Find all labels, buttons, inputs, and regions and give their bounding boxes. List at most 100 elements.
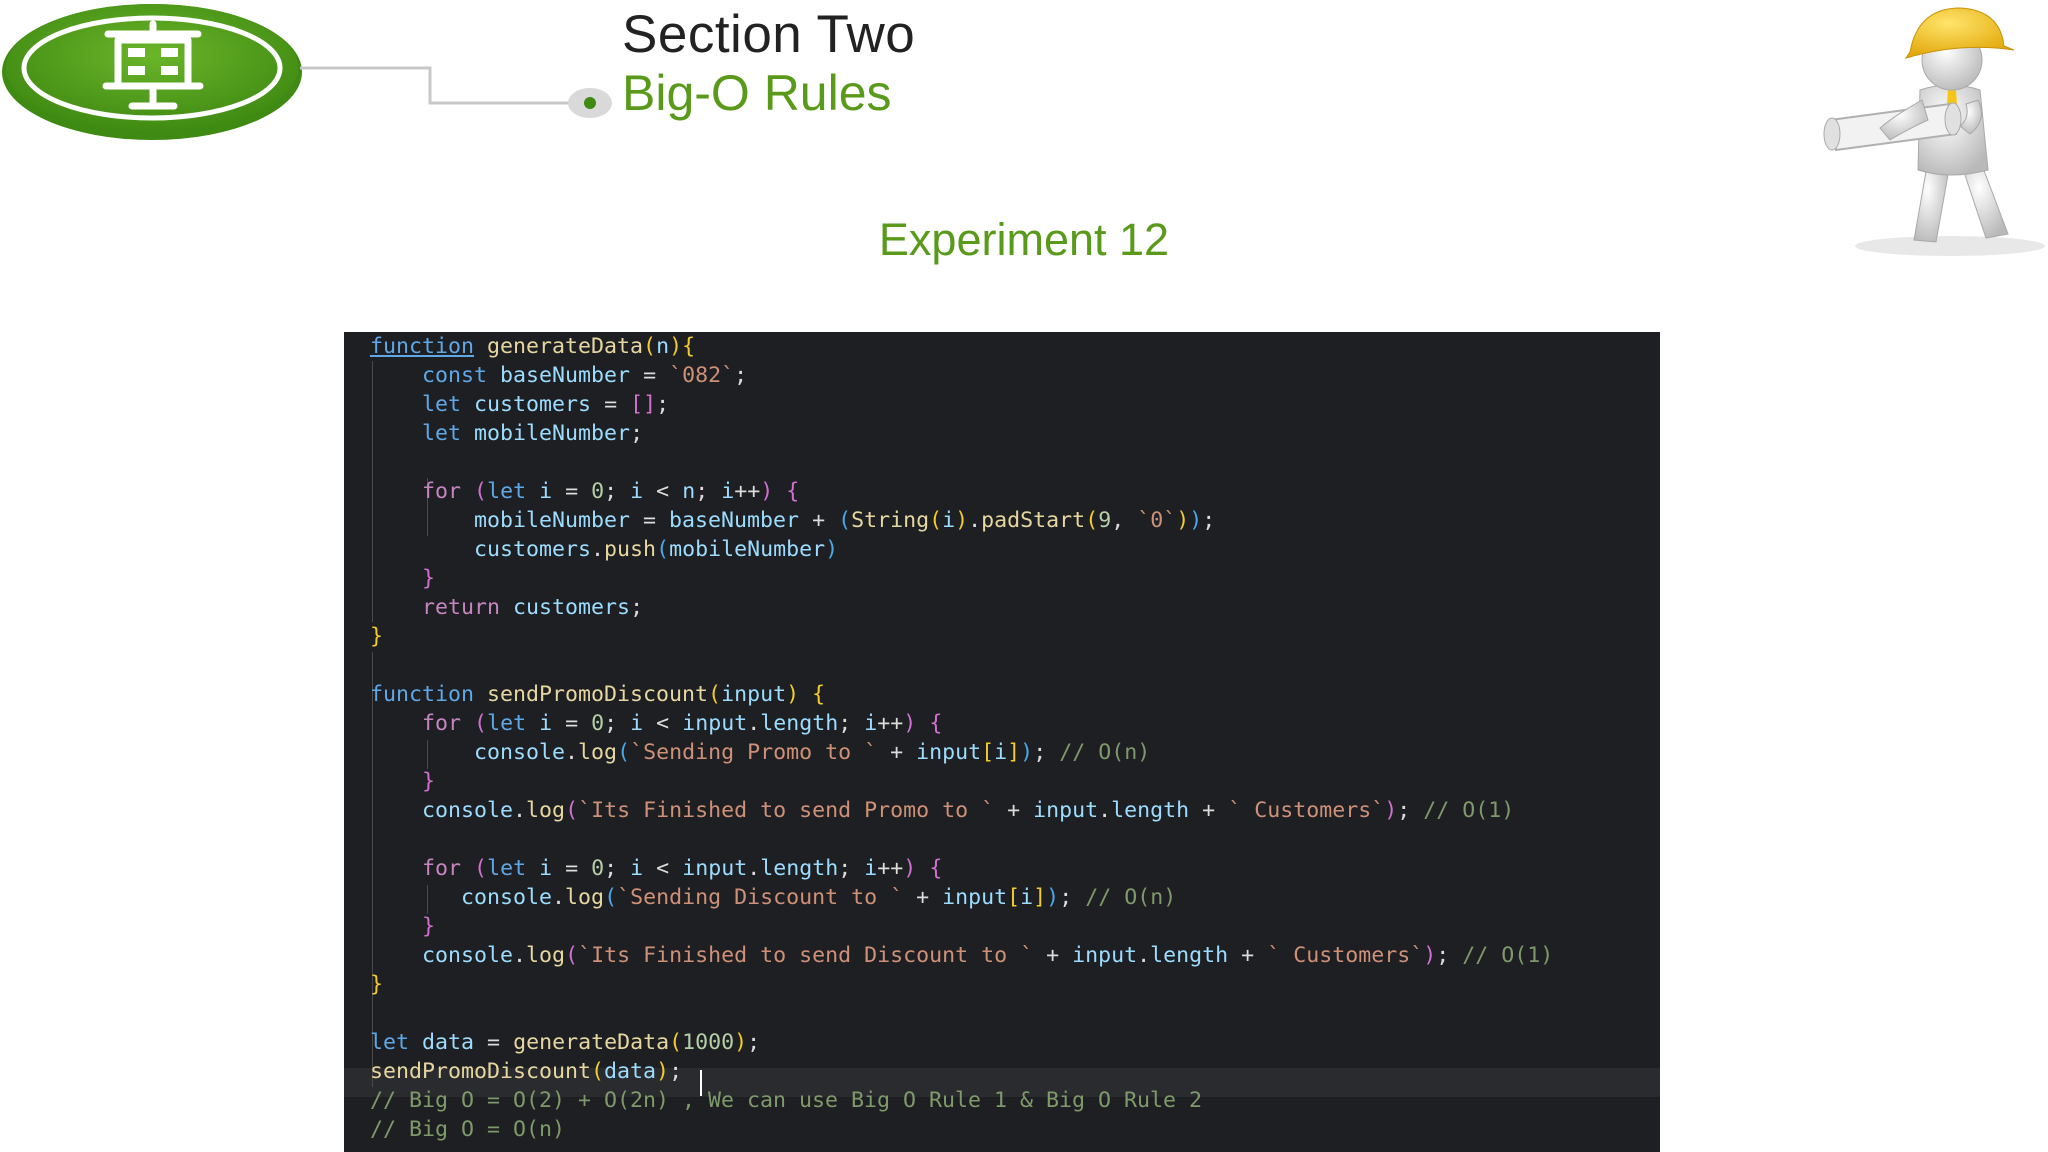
code-line: sendPromoDiscount(data); [370,1057,682,1086]
code-token: ( [669,1030,683,1055]
code-editor[interactable]: function generateData(n){ const baseNumb… [344,332,1660,1152]
code-token: ] [1033,885,1047,910]
code-line: for (let i = 0; i < n; i++) { [370,477,799,506]
code-token: + [799,508,839,533]
code-line: let data = generateData(1000); [370,1028,760,1057]
code-token: . [565,740,579,765]
code-line: function generateData(n){ [370,332,695,361]
code-line: function sendPromoDiscount(input) { [370,680,825,709]
code-token: ; [1397,798,1424,823]
code-token: ) [903,711,917,736]
code-token: ( [565,943,579,968]
code-token: let [487,856,527,881]
code-line: let mobileNumber; [370,419,643,448]
code-token: log [565,885,605,910]
code-token: mobileNumber [669,537,826,562]
code-line: for (let i = 0; i < input.length; i++) { [370,709,942,738]
code-token: n [682,479,696,504]
code-line: } [370,564,435,593]
code-token: 9 [1098,508,1112,533]
code-token: { [682,334,696,359]
code-token: // Big O = O(n) [370,1117,566,1142]
code-token: 0 [591,856,605,881]
section-title: Section Two [622,5,916,64]
code-token: ( [929,508,943,533]
code-token: ; [656,392,670,417]
code-token: ] [1007,740,1021,765]
code-token: 0 [591,711,605,736]
code-token: } [370,624,384,649]
code-token: length [760,711,839,736]
code-token: for [422,711,462,736]
code-token: i [630,856,644,881]
code-token: [ [981,740,995,765]
code-token: ) [786,682,800,707]
code-token: customers [474,537,592,562]
code-token: { [786,479,800,504]
code-token: ++ [734,479,761,504]
code-token: i [864,856,878,881]
code-token: generateData [513,1030,670,1055]
code-token: generateData [487,334,644,359]
code-token: i [994,740,1008,765]
code-token: ` Customers` [1228,798,1385,823]
code-token: i [864,711,878,736]
code-token: let [487,711,527,736]
construction-worker-figure [1823,7,2045,256]
code-token: input [916,740,982,765]
code-token: return [422,595,501,620]
code-token: `082` [669,363,735,388]
code-token: ++ [877,856,904,881]
code-token: // O(1) [1462,943,1554,968]
code-token: data [422,1030,475,1055]
code-token: length [760,856,839,881]
code-line: console.log(`Sending Promo to ` + input[… [370,738,1150,767]
code-token: 1000 [682,1030,735,1055]
code-token: ) [760,479,774,504]
code-line: } [370,622,383,651]
code-line: } [370,912,435,941]
code-token: = [591,392,631,417]
code-token: ) [1423,943,1437,968]
code-token: { [929,856,943,881]
code-token: input [942,885,1008,910]
code-token: ( [617,740,631,765]
code-token: console [422,943,514,968]
code-token: 0 [591,479,605,504]
code-token: for [422,479,462,504]
code-token: let [370,1030,410,1055]
code-token: + [1228,943,1268,968]
code-token: } [370,972,384,997]
code-token: ( [643,334,657,359]
code-token: < [643,856,683,881]
code-token: ; [1033,740,1060,765]
code-line: console.log(`Its Finished to send Promo … [370,796,1514,825]
code-token: log [526,798,566,823]
code-line: let customers = []; [370,390,669,419]
text-cursor [700,1070,702,1096]
code-token: i [942,508,956,533]
code-token: i [630,711,644,736]
code-token: = [552,479,592,504]
code-token: // O(n) [1059,740,1151,765]
code-token: ++ [877,711,904,736]
code-token: ; [695,479,722,504]
code-token: ) [1176,508,1190,533]
code-token: = [552,711,592,736]
code-token: mobileNumber [474,421,631,446]
code-token: padStart [981,508,1086,533]
